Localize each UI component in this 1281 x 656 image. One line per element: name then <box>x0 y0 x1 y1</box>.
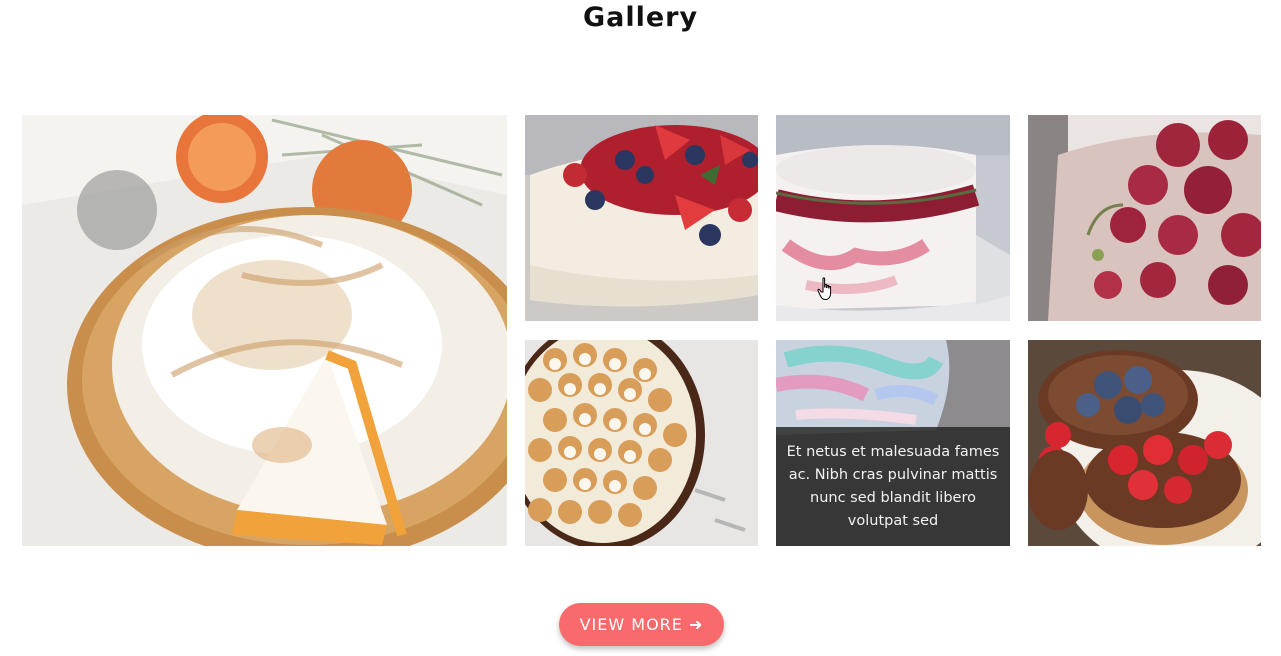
gallery-image-pastel-cake[interactable]: Et netus et malesuada fames ac. Nibh cra… <box>776 340 1010 546</box>
gallery-image-meringue-tart[interactable] <box>22 115 507 546</box>
view-more-button[interactable]: VIEW MORE ➜ <box>559 603 724 646</box>
hand-pointer-icon <box>817 277 832 301</box>
gallery-image-chocolate-tarts[interactable] <box>1028 340 1261 546</box>
gallery-image-cranberry-cake[interactable] <box>776 115 1010 321</box>
gallery-title: Gallery <box>582 2 699 33</box>
gallery-section: Gallery Et netus et malesuada fames ac. … <box>0 0 1281 656</box>
gallery-image-raspberry-cake[interactable] <box>1028 115 1261 321</box>
gallery-image-marshmallow-pie[interactable] <box>525 340 758 546</box>
image-caption: Et netus et malesuada fames ac. Nibh cra… <box>776 427 1010 546</box>
gallery-image-berry-cheesecake[interactable] <box>525 115 758 321</box>
